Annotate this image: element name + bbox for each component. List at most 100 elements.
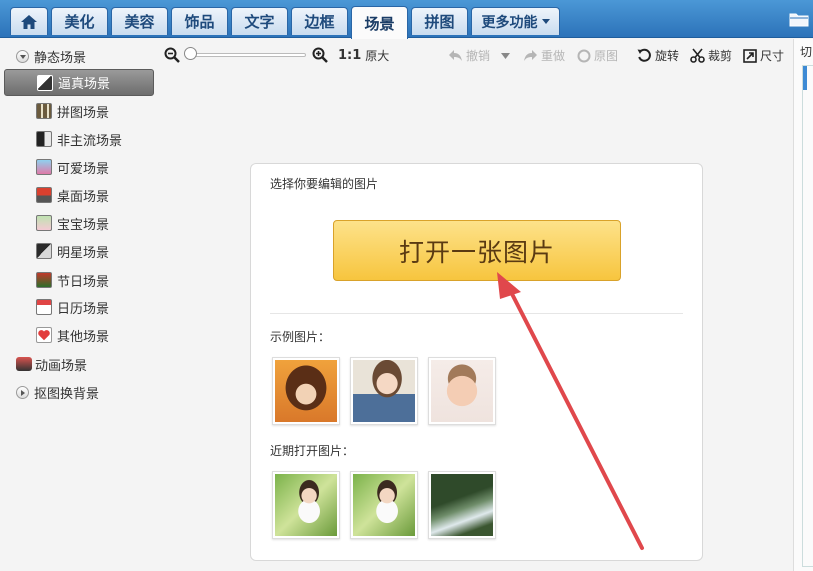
holiday-scene-icon xyxy=(36,272,52,288)
tab-more-label: 更多功能 xyxy=(481,14,538,31)
desktop-scene-icon xyxy=(36,187,52,203)
resize-icon xyxy=(743,48,757,63)
open-image-panel: 选择你要编辑的图片 打开一张图片 示例图片： 近期打开图片： xyxy=(250,163,703,561)
rotate-button[interactable]: 旋转 xyxy=(637,47,679,64)
examples-label: 示例图片： xyxy=(270,330,331,344)
undo-label: 撤销 xyxy=(466,49,491,63)
right-panel-box xyxy=(802,65,813,567)
sidebar-item-label: 非主流场景 xyxy=(57,133,123,149)
expand-icon xyxy=(16,385,29,399)
tab-collage[interactable]: 拼图 xyxy=(411,7,468,35)
tab-beauty[interactable]: 美容 xyxy=(111,7,168,35)
example-photo-woman xyxy=(353,360,415,422)
tab-frame[interactable]: 边框 xyxy=(291,7,348,35)
recent-photo-3 xyxy=(431,474,493,536)
crop-button[interactable]: 裁剪 xyxy=(690,47,732,64)
right-panel-strip: 切 xyxy=(793,39,813,571)
zoom-ratio-label: 1:1 xyxy=(338,48,362,63)
sidebar-item-label: 拼图场景 xyxy=(57,105,110,121)
redo-label: 重做 xyxy=(541,49,566,63)
rotate-label: 旋转 xyxy=(655,49,680,63)
tab-text[interactable]: 文字 xyxy=(231,7,288,35)
recent-thumbnail[interactable] xyxy=(272,471,340,539)
zoom-slider-track[interactable] xyxy=(190,53,306,57)
animated-scene-icon xyxy=(16,357,32,371)
heart-icon xyxy=(36,327,52,343)
sidebar-group-cutout[interactable]: 抠图换背景 xyxy=(16,382,99,402)
recent-label: 近期打开图片： xyxy=(270,444,355,458)
original-image-label: 原图 xyxy=(594,49,619,63)
sidebar-group-label: 抠图换背景 xyxy=(34,386,100,402)
sidebar-item-label: 其他场景 xyxy=(57,329,110,345)
rotate-icon xyxy=(637,48,651,62)
original-size-button[interactable]: 1:1 原大 xyxy=(338,47,389,64)
divider xyxy=(270,313,683,314)
recent-thumbnail[interactable] xyxy=(428,471,496,539)
sidebar-item-cute[interactable]: 可爱场景 xyxy=(36,156,109,178)
undo-button[interactable]: 撤销 xyxy=(448,47,490,64)
nonmainstream-scene-icon xyxy=(36,131,52,147)
sidebar-group-label: 静态场景 xyxy=(34,50,87,66)
sidebar-item-holiday[interactable]: 节日场景 xyxy=(36,269,109,291)
example-thumbnail[interactable] xyxy=(272,357,340,425)
panel-title: 选择你要编辑的图片 xyxy=(270,177,379,191)
home-icon xyxy=(21,14,37,29)
sidebar-item-nonmainstream[interactable]: 非主流场景 xyxy=(36,128,122,150)
original-image-button[interactable]: 原图 xyxy=(577,47,618,64)
size-label: 尺寸 xyxy=(760,49,785,63)
cute-scene-icon xyxy=(36,159,52,175)
calendar-scene-icon xyxy=(36,299,52,315)
tab-home[interactable] xyxy=(10,7,48,35)
crop-label: 裁剪 xyxy=(708,49,733,63)
size-button[interactable]: 尺寸 xyxy=(743,47,784,64)
zoom-in-icon[interactable] xyxy=(312,47,328,63)
sidebar-item-star[interactable]: 明星场景 xyxy=(36,240,109,262)
tab-scene[interactable]: 场景 xyxy=(351,6,408,39)
open-image-button[interactable]: 打开一张图片 xyxy=(333,220,621,281)
example-photo-girl xyxy=(275,360,337,422)
sidebar-group-label: 动画场景 xyxy=(35,358,88,374)
sidebar-item-calendar[interactable]: 日历场景 xyxy=(36,296,109,318)
sidebar-item-label: 可爱场景 xyxy=(57,161,110,177)
scissors-icon xyxy=(690,48,705,63)
zoom-out-icon[interactable] xyxy=(164,47,180,63)
original-size-label: 原大 xyxy=(365,49,390,63)
baby-scene-icon xyxy=(36,215,52,231)
recent-photo-2 xyxy=(353,474,415,536)
recent-thumbnail[interactable] xyxy=(350,471,418,539)
sidebar-item-baby[interactable]: 宝宝场景 xyxy=(36,212,109,234)
sidebar-group-animated[interactable]: 动画场景 xyxy=(16,354,87,374)
recent-photo-1 xyxy=(275,474,337,536)
collapse-icon xyxy=(16,49,29,63)
sidebar-item-label: 日历场景 xyxy=(57,301,110,317)
star-scene-icon xyxy=(36,243,52,259)
zoom-slider-handle[interactable] xyxy=(184,47,197,60)
sidebar-item-label: 节日场景 xyxy=(57,274,110,290)
folder-icon[interactable] xyxy=(789,11,809,27)
redo-button[interactable]: 重做 xyxy=(523,47,565,64)
sidebar-item-realistic[interactable]: 逼真场景 xyxy=(4,69,154,96)
collage-scene-icon xyxy=(36,103,52,119)
edit-toolbar: 1:1 原大 撤销 重做 原图 旋转 裁剪 尺寸 xyxy=(160,39,793,71)
example-thumbnail[interactable] xyxy=(428,357,496,425)
sidebar-item-label: 逼真场景 xyxy=(58,77,111,92)
undo-dropdown-icon[interactable] xyxy=(501,53,510,59)
sidebar-item-collage[interactable]: 拼图场景 xyxy=(36,100,109,122)
undo-icon xyxy=(449,49,462,61)
example-thumbnail[interactable] xyxy=(350,357,418,425)
sidebar-item-label: 宝宝场景 xyxy=(57,217,110,233)
right-panel-label[interactable]: 切 xyxy=(800,43,812,60)
sidebar-item-label: 明星场景 xyxy=(57,245,110,261)
tab-more-features[interactable]: 更多功能 xyxy=(471,7,560,35)
sidebar-item-desktop[interactable]: 桌面场景 xyxy=(36,184,109,206)
tab-beautify[interactable]: 美化 xyxy=(51,7,108,35)
realistic-scene-icon xyxy=(37,74,53,91)
original-image-icon xyxy=(577,49,591,62)
top-tab-bar: 美化 美容 饰品 文字 边框 场景 拼图 更多功能 xyxy=(0,0,813,39)
tab-accessories[interactable]: 饰品 xyxy=(171,7,228,35)
sidebar-group-static[interactable]: 静态场景 xyxy=(16,46,86,66)
scene-sidebar: 静态场景 逼真场景 拼图场景 非主流场景 可爱场景 桌面场景 宝宝场景 明星场景… xyxy=(0,39,160,571)
sidebar-item-label: 桌面场景 xyxy=(57,189,110,205)
sidebar-item-other[interactable]: 其他场景 xyxy=(36,324,109,346)
chevron-down-icon xyxy=(541,19,550,24)
